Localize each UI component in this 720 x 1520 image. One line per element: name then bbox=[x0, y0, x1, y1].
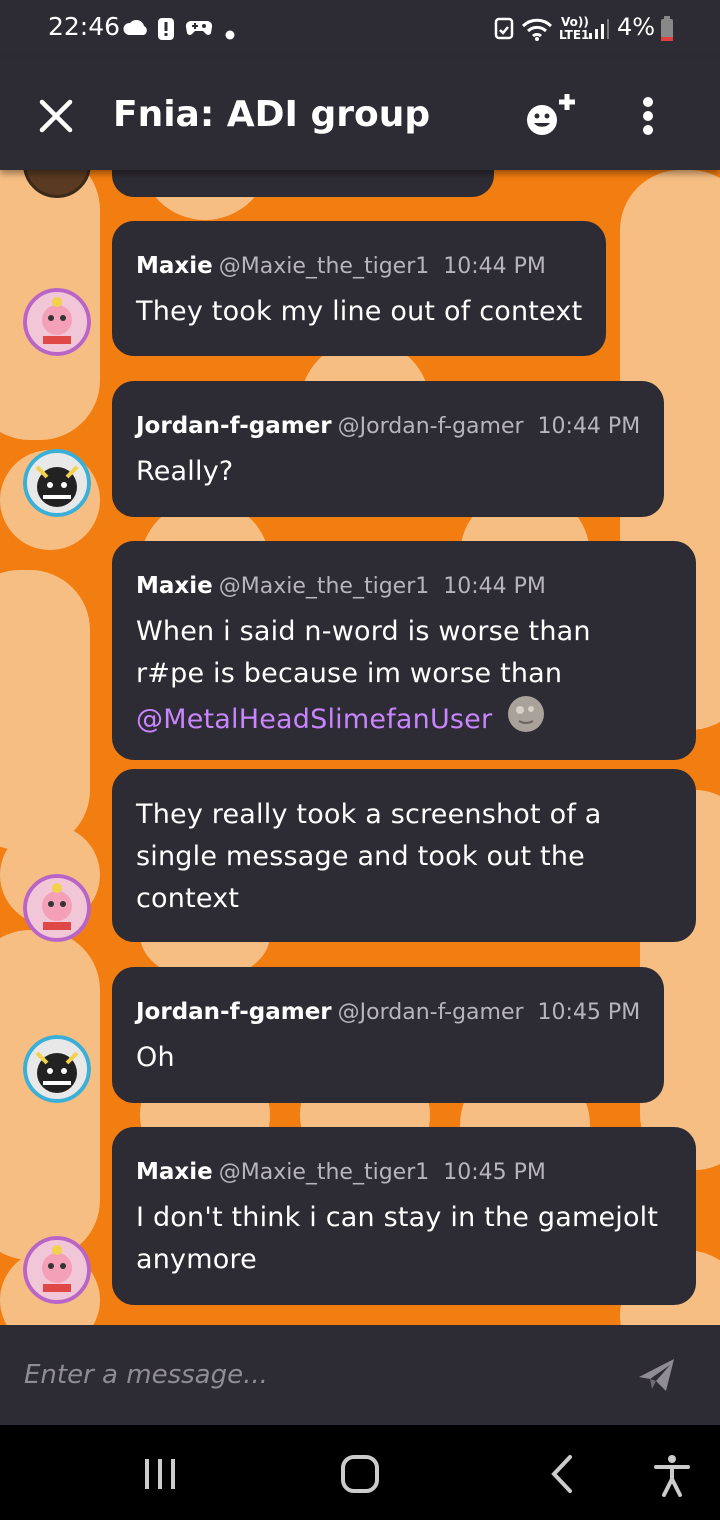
background-pattern bbox=[0, 570, 90, 850]
recent-apps-button[interactable] bbox=[136, 1453, 184, 1497]
message-line: When i said n-word is worse than bbox=[136, 616, 591, 647]
message-bubble[interactable]: Jordan-f-gamer @Jordan-f-gamer 10:45 PM Oh bbox=[112, 967, 664, 1103]
network-label: LTE1 bbox=[559, 28, 590, 42]
chat-header: Fnia: ADI group bbox=[0, 58, 720, 170]
alert-icon bbox=[157, 17, 175, 44]
message-text: Really? bbox=[136, 451, 644, 493]
message-text: They took my line out of context bbox=[136, 291, 586, 333]
send-icon bbox=[639, 1359, 674, 1391]
battery-percent: 4% bbox=[617, 13, 656, 41]
chat-area[interactable]: Maxie @Maxie_the_tiger1 10:44 PM They took… bbox=[0, 170, 720, 1325]
chat-title: Fnia: ADI group bbox=[113, 94, 431, 135]
message-handle[interactable]: @Maxie_the_tiger1 bbox=[219, 1160, 430, 1185]
message-line: Oh bbox=[136, 1042, 175, 1073]
avatar[interactable] bbox=[23, 449, 91, 517]
message-bubble[interactable]: Maxie @Maxie_the_tiger1 10:44 PM When i sa… bbox=[112, 541, 696, 760]
message-time: 10:45 PM bbox=[537, 1000, 641, 1025]
back-button[interactable] bbox=[540, 1453, 588, 1497]
message-time: 10:44 PM bbox=[443, 574, 546, 599]
close-icon bbox=[39, 99, 73, 133]
message-bubble-partial bbox=[112, 170, 494, 197]
message-bubble[interactable]: Maxie @Maxie_the_tiger1 10:45 PM I don't t… bbox=[112, 1127, 696, 1305]
user-mention[interactable]: @MetalHeadSlimefanUser bbox=[136, 704, 492, 735]
status-bar: 22:46 Vo)) LTE1 4% bbox=[0, 0, 720, 58]
message-header: Jordan-f-gamer @Jordan-f-gamer 10:44 PM bbox=[136, 413, 640, 439]
navigation-bar bbox=[0, 1425, 720, 1520]
message-time: 10:44 PM bbox=[537, 414, 641, 439]
message-text: They really took a screenshot of a singl… bbox=[136, 794, 676, 920]
message-input[interactable] bbox=[24, 1343, 614, 1407]
avatar[interactable] bbox=[23, 874, 91, 942]
message-line: single message and took out the bbox=[136, 841, 585, 872]
avatar[interactable] bbox=[23, 1236, 91, 1304]
send-button[interactable] bbox=[636, 1355, 678, 1395]
message-time: 10:45 PM bbox=[443, 1160, 546, 1185]
message-text: Oh bbox=[136, 1037, 644, 1079]
message-line: Really? bbox=[136, 456, 234, 487]
message-composer bbox=[0, 1325, 720, 1425]
message-text: When i said n-word is worse than r#pe is… bbox=[136, 611, 676, 746]
battery-icon bbox=[660, 16, 674, 45]
wifi-icon bbox=[521, 17, 553, 44]
message-line: I don't think i can stay in the gamejolt bbox=[136, 1202, 659, 1233]
cloud-icon bbox=[123, 18, 149, 39]
message-text: I don't think i can stay in the gamejolt… bbox=[136, 1197, 676, 1281]
accessibility-icon bbox=[654, 1455, 690, 1497]
more-options-icon bbox=[643, 97, 653, 135]
message-handle[interactable]: @Jordan-f-gamer bbox=[338, 414, 524, 439]
home-button[interactable] bbox=[336, 1453, 384, 1497]
close-button[interactable] bbox=[28, 88, 84, 144]
add-member-icon bbox=[527, 94, 575, 135]
recent-apps-icon bbox=[145, 1459, 175, 1489]
message-author[interactable]: Maxie bbox=[136, 1159, 213, 1185]
game-controller-icon bbox=[185, 18, 213, 41]
message-line: r#pe is because im worse than bbox=[136, 658, 563, 689]
message-author[interactable]: Maxie bbox=[136, 573, 213, 599]
emoji-icon bbox=[507, 695, 545, 746]
avatar[interactable] bbox=[23, 288, 91, 356]
more-options-button[interactable] bbox=[628, 92, 668, 148]
message-line: They took my line out of context bbox=[136, 296, 583, 327]
message-header: Maxie @Maxie_the_tiger1 10:44 PM bbox=[136, 253, 546, 279]
message-author[interactable]: Maxie bbox=[136, 253, 213, 279]
message-header: Maxie @Maxie_the_tiger1 10:45 PM bbox=[136, 1159, 546, 1185]
status-time: 22:46 bbox=[48, 12, 121, 41]
avatar[interactable] bbox=[23, 1035, 91, 1103]
dot-icon bbox=[225, 23, 235, 43]
message-line: anymore bbox=[136, 1244, 257, 1275]
message-handle[interactable]: @Jordan-f-gamer bbox=[338, 1000, 524, 1025]
message-bubble[interactable]: Jordan-f-gamer @Jordan-f-gamer 10:44 PM Re… bbox=[112, 381, 664, 517]
message-author[interactable]: Jordan-f-gamer bbox=[136, 413, 332, 439]
message-header: Maxie @Maxie_the_tiger1 10:44 PM bbox=[136, 573, 546, 599]
back-icon bbox=[551, 1455, 572, 1493]
message-header: Jordan-f-gamer @Jordan-f-gamer 10:45 PM bbox=[136, 999, 640, 1025]
message-line: context bbox=[136, 883, 240, 914]
message-author[interactable]: Jordan-f-gamer bbox=[136, 999, 332, 1025]
alarm-icon bbox=[494, 16, 514, 43]
message-handle[interactable]: @Maxie_the_tiger1 bbox=[219, 574, 430, 599]
message-time: 10:44 PM bbox=[443, 254, 546, 279]
home-icon bbox=[341, 1455, 379, 1493]
message-bubble[interactable]: Maxie @Maxie_the_tiger1 10:44 PM They took… bbox=[112, 221, 606, 356]
message-line: They really took a screenshot of a bbox=[136, 799, 602, 830]
message-line: @MetalHeadSlimefanUser bbox=[136, 695, 676, 746]
message-handle[interactable]: @Maxie_the_tiger1 bbox=[219, 254, 430, 279]
accessibility-button[interactable] bbox=[648, 1453, 696, 1497]
add-member-button[interactable] bbox=[522, 90, 582, 146]
volte-label: Vo)) bbox=[561, 15, 589, 29]
signal-icon bbox=[588, 18, 610, 43]
message-bubble[interactable]: They really took a screenshot of a singl… bbox=[112, 769, 696, 942]
